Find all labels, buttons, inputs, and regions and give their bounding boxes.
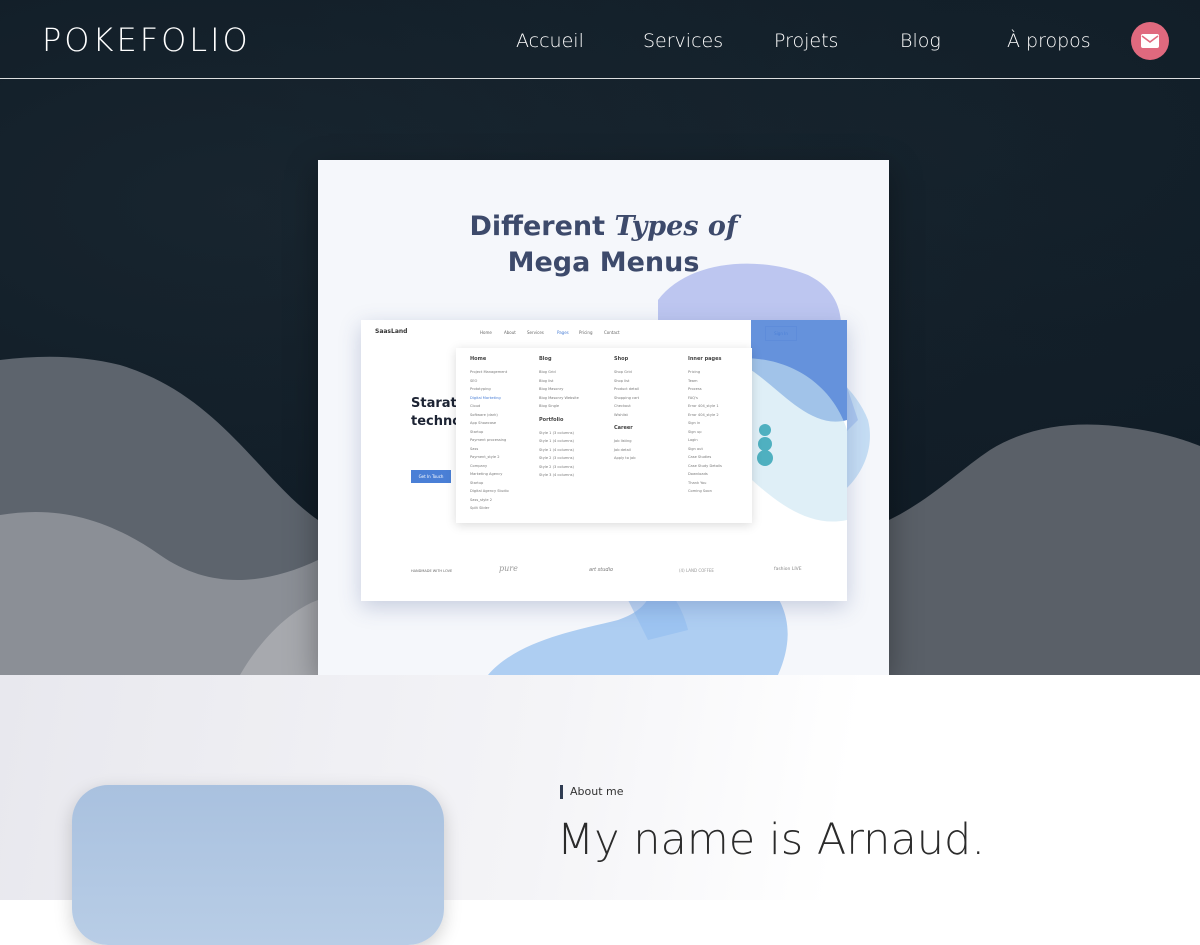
mega-item: Coming Soon <box>688 489 712 493</box>
mega-heading-inner: Inner pages <box>688 356 722 362</box>
nav-link-projets[interactable]: Projets <box>774 28 838 54</box>
mega-item: Thank You <box>688 480 707 485</box>
mega-item: Style 2 (3 columns) <box>539 456 574 460</box>
nav-link-services[interactable]: Services <box>643 28 723 54</box>
mega-item: Sign out <box>688 446 703 451</box>
mega-item: Case Studies <box>688 455 712 459</box>
mega-item: Sign up <box>688 429 702 434</box>
nav-link-accueil[interactable]: Accueil <box>516 28 584 54</box>
mega-item: Prototyping <box>470 387 491 391</box>
mega-item: Process <box>688 387 702 391</box>
mega-item: Blog Single <box>539 404 560 408</box>
showcase-title-line-1: Different Types of <box>469 211 738 242</box>
about-title: My name is Arnaud. <box>557 815 986 865</box>
project-showcase-image[interactable]: Different Types of Mega Menus SaasLand H… <box>318 160 889 675</box>
mega-item: Blog list <box>539 378 554 383</box>
mail-icon <box>1141 34 1159 48</box>
mega-item: Startup <box>470 429 484 434</box>
mega-item: FAQ's <box>688 395 698 400</box>
contact-mail-button[interactable] <box>1131 22 1169 60</box>
nav-link-blog[interactable]: Blog <box>900 28 941 54</box>
mega-item: Shop list <box>614 378 630 383</box>
mock-logo-2: pure <box>499 564 518 573</box>
hero-section: Different Types of Mega Menus SaasLand H… <box>0 0 1200 675</box>
mega-item: Error 404_style 1 <box>688 404 719 408</box>
mega-item: Shop Grid <box>614 370 632 374</box>
mega-menu: Home Project Management SEO Prototyping Dig… <box>456 348 752 523</box>
mega-item: Sass_style 2 <box>470 497 493 502</box>
mega-item: Team <box>688 378 698 383</box>
navbar: POKEFOLIO Accueil Services Projets Blog … <box>0 0 1200 79</box>
about-section: About me My name is Arnaud. <box>0 675 1200 945</box>
mega-item: Error 404_style 2 <box>688 412 719 417</box>
mega-item: Style 2 (3 columns) <box>539 464 574 469</box>
mega-item: Digital Marketing <box>470 395 501 400</box>
mega-item: Startup <box>470 480 484 485</box>
mega-item: Login <box>688 438 698 442</box>
mega-item: SEO <box>470 378 478 383</box>
mega-item: Marketing Agency <box>470 472 503 476</box>
mock-logo-5: fashion LIVE <box>774 567 802 572</box>
mega-item: Software (dark) <box>470 412 498 417</box>
mega-item: Sign in <box>688 421 701 425</box>
mega-item: Case Study Details <box>688 463 722 468</box>
mock-logo-4: (4) LAND COFFEE <box>679 568 714 573</box>
mega-col-home: Home Project Management SEO Prototyping Dig… <box>470 356 509 513</box>
mega-item: Shopping cart <box>614 395 640 400</box>
mega-item: Style 1 (4 columns) <box>539 439 574 443</box>
mega-item: Digital Agency Studio <box>470 489 509 493</box>
mock-logo-1: HANDMADE WITH LOVE <box>411 569 453 573</box>
mega-heading-career: Career <box>614 425 633 431</box>
mega-col-shop: Shop Shop Grid Shop list Product detail Sho… <box>614 356 639 463</box>
mega-item: Sass <box>470 446 479 451</box>
mega-item: Job listing <box>614 439 632 443</box>
mega-heading-shop: Shop <box>614 356 629 362</box>
mega-col-blog: Blog Blog Grid Blog list Blog Masonry Blog … <box>539 356 579 480</box>
mega-item: Blog Grid <box>539 370 556 374</box>
about-tag: About me <box>560 785 624 799</box>
mega-item: Product detail <box>614 387 639 391</box>
mega-item: Style 1 (3 columns) <box>539 430 574 435</box>
mega-item: Payment_style 2 <box>470 455 500 459</box>
nav-link-a-propos[interactable]: À propos <box>1007 28 1091 54</box>
mega-heading-home: Home <box>470 356 487 362</box>
mega-item: Style 3 (4 columns) <box>539 473 574 477</box>
mock-logo-3: art studio <box>589 567 614 573</box>
mega-item: Company <box>470 463 488 468</box>
mega-col-inner: Inner pages Pricing Team Process FAQ's Error… <box>688 356 722 496</box>
mega-heading-blog: Blog <box>539 356 552 362</box>
mega-item: Blog Masonry Website <box>539 395 579 400</box>
mega-heading-portfolio: Portfolio <box>539 416 564 423</box>
mega-item: Pricing <box>688 370 701 374</box>
profile-photo <box>72 785 444 945</box>
mega-item: Wishlist <box>614 412 628 417</box>
mock-cta: Get In Touch <box>411 470 451 483</box>
mega-item: Style 1 (4 columns) <box>539 447 574 452</box>
mega-item: Payment processing <box>470 438 507 442</box>
mega-item: Checkout <box>614 404 631 408</box>
showcase-title-line-2: Mega Menus <box>507 247 700 278</box>
mega-item: App Showcase <box>470 421 497 425</box>
mock-hero-heading-2: techno <box>411 414 462 429</box>
mock-website: SaasLand Home About Services Pages Prici… <box>361 320 847 601</box>
mega-item: Downloads <box>688 472 708 476</box>
mega-item: Split Slider <box>470 506 490 510</box>
mega-item: Job detail <box>614 447 631 452</box>
mega-item: Cloud <box>470 404 481 408</box>
mega-item: Project Management <box>470 370 508 374</box>
mock-logo-strip: HANDMADE WITH LOVE pure art studio (4) L… <box>361 562 847 582</box>
site-logo[interactable]: POKEFOLIO <box>42 18 251 62</box>
mega-item: Apply to job <box>614 456 636 460</box>
mega-item: Blog Masonry <box>539 387 564 391</box>
